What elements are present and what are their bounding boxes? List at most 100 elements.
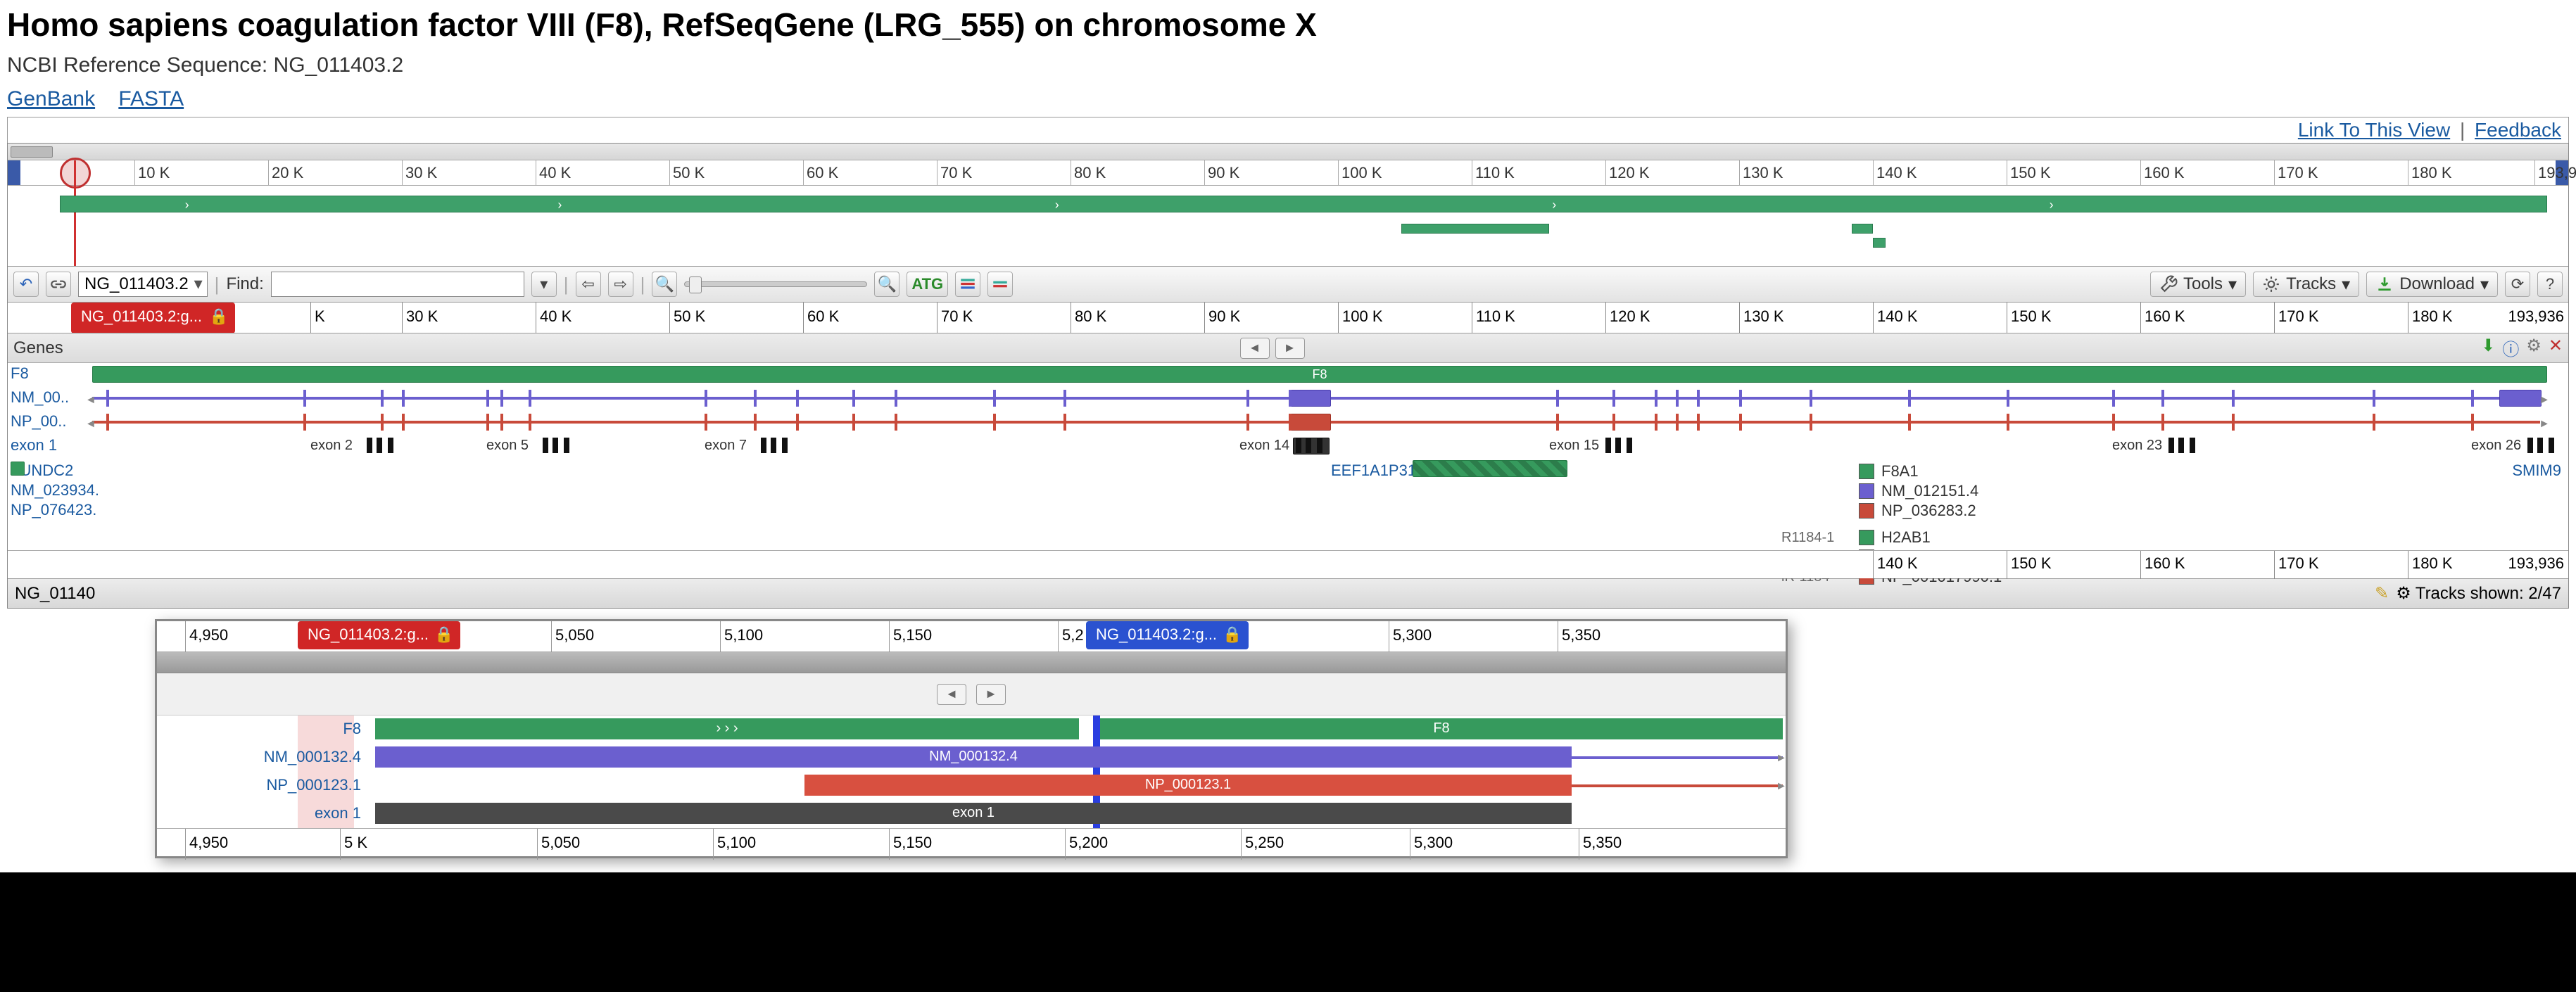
pan-right-button[interactable]: ⇨ — [608, 272, 633, 297]
exon-tick[interactable] — [1612, 414, 1615, 431]
exon-block[interactable] — [388, 438, 393, 453]
popup-f8-row[interactable]: F8 › › › F8 — [157, 716, 1786, 744]
exon-tick[interactable] — [705, 414, 707, 431]
exon-block[interactable] — [2168, 438, 2174, 453]
track-settings-icon[interactable]: ⚙ — [2526, 336, 2542, 360]
exon-block[interactable] — [367, 438, 372, 453]
genes-tracks[interactable]: F8 F8 NM_00.. ◄► NP_00.. ◄► exon 1 — [8, 363, 2568, 550]
pencil-icon[interactable]: ✎ — [2375, 583, 2389, 604]
exon-block[interactable] — [1317, 438, 1322, 453]
exon-block[interactable] — [1615, 438, 1621, 453]
find-dropdown[interactable]: ▾ — [531, 272, 557, 297]
exon-block[interactable] — [782, 438, 788, 453]
exon-tick[interactable] — [529, 414, 531, 431]
exon-block[interactable] — [1306, 438, 1311, 453]
fundc2-bar[interactable] — [11, 462, 25, 476]
exon-tick[interactable] — [1810, 414, 1812, 431]
exon-row[interactable]: exon 1 exon 2exon 5exon 7exon 14exon 15e… — [8, 435, 2568, 459]
exon-tick[interactable] — [1655, 390, 1658, 407]
exon-block[interactable] — [2178, 438, 2184, 453]
exon-tick[interactable] — [402, 390, 405, 407]
exon-tick[interactable] — [1246, 390, 1249, 407]
exon-tick[interactable] — [1676, 414, 1679, 431]
exon-tick[interactable] — [500, 414, 503, 431]
exon-tick[interactable] — [852, 414, 855, 431]
exon-tick[interactable] — [2161, 414, 2164, 431]
overview-feature-1[interactable] — [1401, 224, 1549, 234]
exon-block[interactable] — [761, 438, 766, 453]
exon-tick[interactable] — [895, 414, 897, 431]
popup-nm-row[interactable]: NM_000132.4 NM_000132.4 ► — [157, 744, 1786, 772]
reload-button[interactable]: ⟳ — [2505, 272, 2530, 297]
popup-marker-red[interactable]: NG_011403.2:g...🔒 — [298, 621, 460, 649]
gear-icon[interactable]: ⚙ — [2396, 583, 2411, 604]
exon-tick[interactable] — [2007, 414, 2009, 431]
exon-tick[interactable] — [2161, 390, 2164, 407]
link-icon-button[interactable] — [46, 272, 71, 297]
exon-tick[interactable] — [754, 390, 757, 407]
exon-tick[interactable] — [2373, 414, 2375, 431]
exon-block[interactable] — [2190, 438, 2195, 453]
atg-button[interactable]: ATG — [907, 272, 948, 297]
exon-block[interactable] — [1296, 438, 1301, 453]
exon-tick[interactable] — [303, 390, 306, 407]
back-button[interactable]: ↶ — [13, 272, 39, 297]
exon-tick[interactable] — [2232, 390, 2235, 407]
scrollbar-thumb[interactable] — [11, 146, 53, 158]
popup-marker-blue[interactable]: NG_011403.2:g...🔒 — [1086, 621, 1249, 649]
exon-tick[interactable] — [2112, 414, 2115, 431]
exon-tick[interactable] — [106, 414, 109, 431]
link-to-view[interactable]: Link To This View — [2298, 119, 2450, 141]
exon-tick[interactable] — [993, 414, 996, 431]
exon-tick[interactable] — [303, 414, 306, 431]
exon-tick[interactable] — [852, 390, 855, 407]
exon-block[interactable] — [543, 438, 548, 453]
exon-tick[interactable] — [529, 390, 531, 407]
exon-tick[interactable] — [486, 390, 489, 407]
exon-block[interactable] — [2537, 438, 2543, 453]
exon-tick[interactable] — [705, 390, 707, 407]
exon-block[interactable] — [553, 438, 558, 453]
tracks-menu[interactable]: Tracks▾ — [2253, 272, 2359, 297]
exon-tick[interactable] — [106, 390, 109, 407]
tools-menu[interactable]: Tools▾ — [2150, 272, 2246, 297]
exon-tick[interactable] — [2471, 390, 2474, 407]
horizontal-scrollbar[interactable] — [8, 144, 2568, 160]
exon-tick[interactable] — [486, 414, 489, 431]
exon-block[interactable] — [564, 438, 569, 453]
exon-tick[interactable] — [381, 414, 384, 431]
overview-feature-3[interactable] — [1873, 238, 1886, 248]
f8-gene-row[interactable]: F8 F8 — [8, 363, 2568, 387]
popup-np-row[interactable]: NP_000123.1 NP_000123.1 ► — [157, 772, 1786, 800]
find-input[interactable] — [271, 272, 524, 297]
popup-prev-button[interactable]: ◄ — [937, 684, 966, 705]
exon-tick[interactable] — [2112, 390, 2115, 407]
exon-tick[interactable] — [1246, 414, 1249, 431]
overview-gene-track[interactable]: ››››› — [60, 196, 2547, 212]
exon-tick[interactable] — [1612, 390, 1615, 407]
exon-tick[interactable] — [2373, 390, 2375, 407]
exon-tick[interactable] — [1739, 390, 1742, 407]
exon-tick[interactable] — [796, 414, 799, 431]
exon-block[interactable] — [2549, 438, 2554, 453]
zoom-slider[interactable] — [684, 281, 867, 287]
fasta-link[interactable]: FASTA — [118, 87, 184, 110]
help-button[interactable]: ? — [2537, 272, 2563, 297]
exon-tick[interactable] — [1556, 390, 1559, 407]
exon-block[interactable] — [771, 438, 776, 453]
exon-tick[interactable] — [1697, 414, 1700, 431]
exon-block[interactable] — [1605, 438, 1611, 453]
zoom-out-button[interactable]: 🔍 — [652, 272, 677, 297]
track-info-icon[interactable]: ⓘ — [2502, 336, 2519, 360]
eef-bar[interactable] — [1413, 460, 1567, 477]
exon-block[interactable] — [377, 438, 382, 453]
exon-block[interactable] — [1627, 438, 1632, 453]
exon-block[interactable] — [2527, 438, 2533, 453]
exon-tick[interactable] — [2471, 414, 2474, 431]
download-menu[interactable]: Download▾ — [2366, 272, 2498, 297]
zoomed-inset-panel[interactable]: NG_011403.2:g...🔒 NG_011403.2:g...🔒 4,95… — [155, 619, 1788, 858]
prev-feature-button[interactable]: ◄ — [1240, 338, 1270, 359]
exon-tick[interactable] — [1810, 390, 1812, 407]
other-genes-area[interactable]: FUNDC2 NM_023934. NP_076423. EEF1A1P31 S… — [8, 459, 2568, 550]
nm-transcript-row[interactable]: NM_00.. ◄► — [8, 387, 2568, 411]
